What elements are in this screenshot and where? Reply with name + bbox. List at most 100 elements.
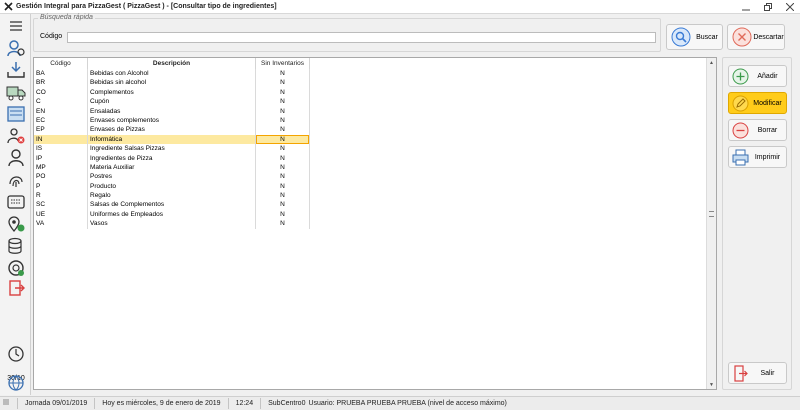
cell-descripcion[interactable]: Complementos <box>88 87 256 98</box>
table-row[interactable]: UE Uniformes de Empleados N <box>34 209 310 220</box>
cell-descripcion[interactable]: Postres <box>88 172 256 182</box>
cell-codigo[interactable]: R <box>34 191 88 201</box>
table-row[interactable]: BR Bebidas sin alcohol N <box>34 78 310 88</box>
cell-sin-inventarios[interactable]: N <box>256 134 310 145</box>
globe-icon[interactable] <box>5 373 27 393</box>
cell-codigo[interactable]: IS <box>34 144 88 154</box>
cell-codigo[interactable]: IP <box>34 153 88 163</box>
borrar-button[interactable]: Borrar <box>728 119 787 141</box>
cell-sin-inventarios[interactable]: N <box>256 172 310 182</box>
users-search-icon[interactable] <box>5 38 27 58</box>
column-header-descripcion[interactable]: Descripción <box>88 58 256 69</box>
cell-sin-inventarios[interactable]: N <box>256 97 310 107</box>
cell-sin-inventarios[interactable]: N <box>256 191 310 201</box>
imprimir-button[interactable]: Imprimir <box>728 146 787 168</box>
user-icon[interactable] <box>5 148 27 168</box>
cell-descripcion[interactable]: Cupón <box>88 97 256 107</box>
cell-codigo[interactable]: PO <box>34 172 88 182</box>
cell-sin-inventarios[interactable]: N <box>256 219 310 229</box>
cell-codigo[interactable]: C <box>34 97 88 107</box>
cell-descripcion[interactable]: Ingrediente Salsas Pizzas <box>88 144 256 154</box>
minimize-button[interactable] <box>740 1 752 13</box>
cell-sin-inventarios[interactable]: N <box>256 209 310 220</box>
cell-sin-inventarios[interactable]: N <box>256 144 310 154</box>
code-input[interactable] <box>67 32 656 43</box>
fingerprint-icon[interactable] <box>5 170 27 190</box>
cell-descripcion[interactable]: Ingredientes de Pizza <box>88 153 256 163</box>
cell-descripcion[interactable]: Salsas de Complementos <box>88 200 256 210</box>
table-row[interactable]: IP Ingredientes de Pizza N <box>34 153 310 163</box>
cell-descripcion[interactable]: Ensaladas <box>88 106 256 116</box>
cell-sin-inventarios[interactable]: N <box>256 106 310 116</box>
cell-descripcion[interactable]: Bebidas sin alcohol <box>88 78 256 88</box>
cell-sin-inventarios[interactable]: N <box>256 181 310 192</box>
table-row[interactable]: MP Materia Auxiliar N <box>34 162 310 173</box>
cell-descripcion[interactable]: Uniformes de Empleados <box>88 209 256 220</box>
scroll-up-arrow-icon[interactable]: ▲ <box>707 58 716 67</box>
table-row[interactable]: R Regalo N <box>34 191 310 201</box>
table-row[interactable]: P Producto N <box>34 181 310 192</box>
cell-descripcion[interactable]: Producto <box>88 181 256 192</box>
buscar-button[interactable]: Buscar <box>666 24 723 50</box>
table-row[interactable]: EC Envases complementos N <box>34 115 310 126</box>
table-row[interactable]: IS Ingrediente Salsas Pizzas N <box>34 144 310 154</box>
cell-codigo[interactable]: EN <box>34 106 88 116</box>
cell-descripcion[interactable]: Envases de Pizzas <box>88 125 256 135</box>
cell-codigo[interactable]: CO <box>34 87 88 98</box>
cell-codigo[interactable]: UE <box>34 209 88 220</box>
cell-sin-inventarios[interactable]: N <box>256 78 310 88</box>
cell-codigo[interactable]: P <box>34 181 88 192</box>
register-icon[interactable] <box>5 104 27 124</box>
keyboard-icon[interactable] <box>5 192 27 212</box>
cell-codigo[interactable]: SC <box>34 200 88 210</box>
table-row[interactable]: BA Bebidas con Alcohol N <box>34 69 310 79</box>
column-header-codigo[interactable]: Código <box>34 58 88 69</box>
cell-codigo[interactable]: IN <box>34 134 88 145</box>
cell-descripcion[interactable]: Informática <box>88 134 256 145</box>
cell-sin-inventarios[interactable]: N <box>256 87 310 98</box>
column-header-sin-inventarios[interactable]: Sin Inventarios <box>256 58 310 69</box>
location-icon[interactable] <box>5 214 27 234</box>
cell-sin-inventarios[interactable]: N <box>256 115 310 126</box>
table-row[interactable]: IN Informática N <box>34 134 310 145</box>
modificar-button[interactable]: Modificar <box>728 92 787 114</box>
clock-icon[interactable] <box>5 344 27 364</box>
table-row[interactable]: EN Ensaladas N <box>34 106 310 116</box>
descartar-button[interactable]: Descartar <box>727 24 785 50</box>
menu-icon[interactable] <box>5 16 27 36</box>
close-button[interactable] <box>784 1 796 13</box>
table-row[interactable]: SC Salsas de Complementos N <box>34 200 310 210</box>
table-row[interactable]: PO Postres N <box>34 172 310 182</box>
cell-descripcion[interactable]: Vasos <box>88 219 256 229</box>
download-icon[interactable] <box>5 60 27 80</box>
table-row[interactable]: EP Envases de Pizzas N <box>34 125 310 135</box>
cell-descripcion[interactable]: Materia Auxiliar <box>88 162 256 173</box>
cell-descripcion[interactable]: Envases complementos <box>88 115 256 126</box>
lifebuoy-icon[interactable] <box>5 258 27 278</box>
cell-codigo[interactable]: EC <box>34 115 88 126</box>
scroll-down-arrow-icon[interactable]: ▼ <box>707 380 716 389</box>
lock-user-icon[interactable] <box>5 126 27 146</box>
anadir-button[interactable]: Añadir <box>728 65 787 87</box>
cell-sin-inventarios[interactable]: N <box>256 153 310 163</box>
cell-codigo[interactable]: BR <box>34 78 88 88</box>
cell-sin-inventarios[interactable]: N <box>256 200 310 210</box>
truck-icon[interactable] <box>5 82 27 102</box>
cell-descripcion[interactable]: Regalo <box>88 191 256 201</box>
exit-icon[interactable] <box>5 278 27 298</box>
table-row[interactable]: CO Complementos N <box>34 87 310 98</box>
scroll-thumb[interactable] <box>709 211 714 217</box>
cell-codigo[interactable]: BA <box>34 69 88 79</box>
table-row[interactable]: C Cupón N <box>34 97 310 107</box>
database-icon[interactable] <box>5 236 27 256</box>
cell-sin-inventarios[interactable]: N <box>256 69 310 79</box>
cell-sin-inventarios[interactable]: N <box>256 162 310 173</box>
cell-codigo[interactable]: VA <box>34 219 88 229</box>
cell-codigo[interactable]: EP <box>34 125 88 135</box>
cell-descripcion[interactable]: Bebidas con Alcohol <box>88 69 256 79</box>
restore-button[interactable] <box>762 1 774 13</box>
salir-button[interactable]: Salir <box>728 362 787 384</box>
vertical-scrollbar[interactable]: ▲ ▼ <box>706 58 716 389</box>
cell-codigo[interactable]: MP <box>34 162 88 173</box>
table-row[interactable]: VA Vasos N <box>34 219 310 229</box>
